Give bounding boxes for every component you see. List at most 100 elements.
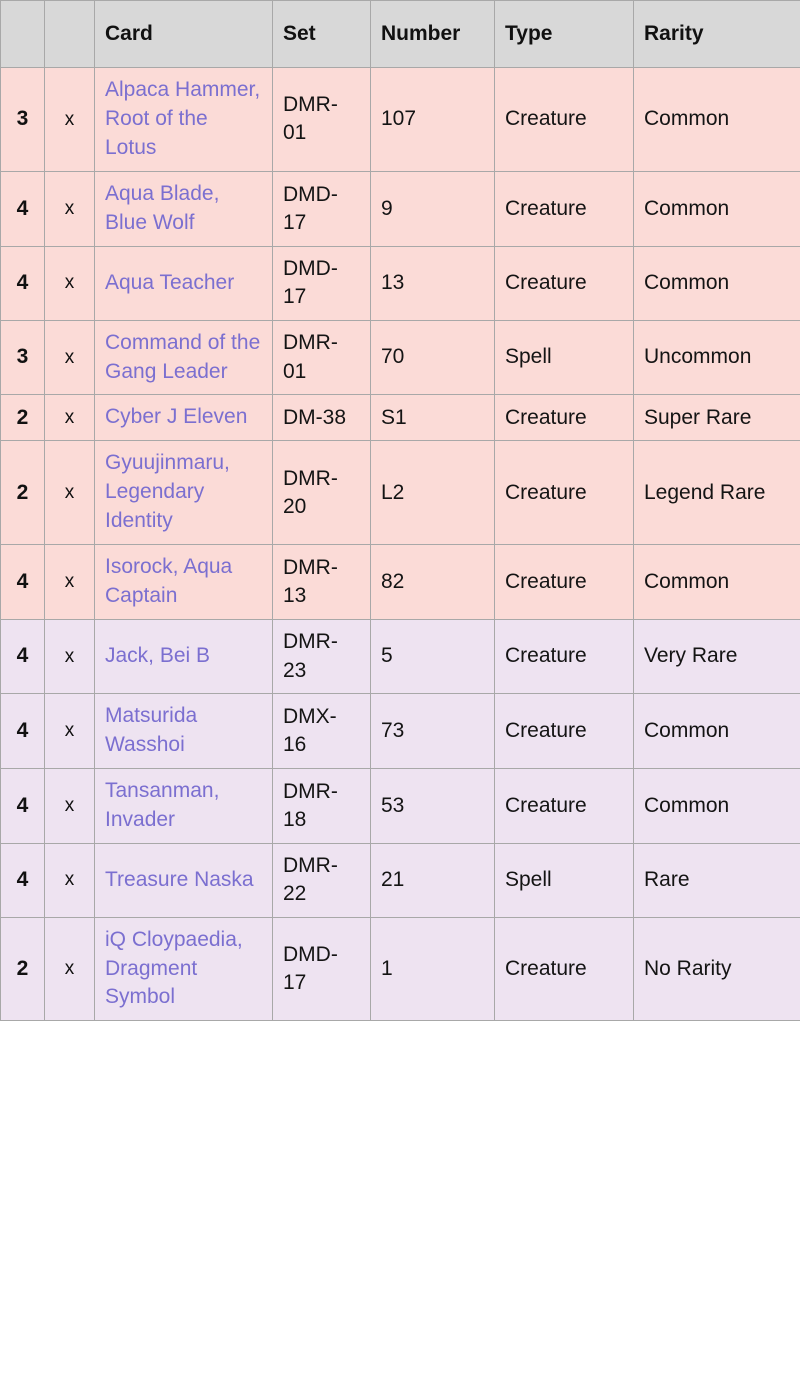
card-rarity: No Rarity <box>633 916 800 1022</box>
card-set: DMR-13 <box>272 544 371 621</box>
card-name-link[interactable]: Jack, Bei B <box>105 644 210 667</box>
card-type: Creature <box>494 394 634 442</box>
card-name-link[interactable]: Treasure Naska <box>105 868 254 891</box>
card-number: 9 <box>370 170 495 247</box>
table-body: 3 x Alpaca Hammer, Root of the Lotus DMR-01… <box>0 67 800 1022</box>
card-set: DMR-20 <box>272 440 371 546</box>
card-number: 73 <box>370 692 495 769</box>
card-type: Creature <box>494 440 634 546</box>
card-quantity: 3 <box>0 319 45 396</box>
card-name-cell: Command of the Gang Leader <box>94 319 273 396</box>
card-name-link[interactable]: Tansanman, Invader <box>105 779 219 831</box>
multiplier-symbol: x <box>44 619 95 694</box>
column-header-number: Number <box>370 0 495 68</box>
table-row: 4 x Aqua Teacher DMD-17 13 Creature Common <box>0 245 800 321</box>
card-number: L2 <box>370 440 495 546</box>
card-number: S1 <box>370 394 495 442</box>
card-quantity: 4 <box>0 767 45 844</box>
table-row: 2 x iQ Cloypaedia, Dragment Symbol DMD-17 1 C… <box>0 916 800 1022</box>
card-quantity: 2 <box>0 916 45 1022</box>
card-name-link[interactable]: Alpaca Hammer, Root of the Lotus <box>105 78 260 159</box>
card-type: Spell <box>494 319 634 396</box>
card-name-link[interactable]: Command of the Gang Leader <box>105 331 260 383</box>
card-rarity: Very Rare <box>633 619 800 694</box>
column-header-multiplier <box>44 0 95 68</box>
column-header-set: Set <box>272 0 371 68</box>
multiplier-symbol: x <box>44 692 95 769</box>
card-name-cell: Matsurida Wasshoi <box>94 692 273 769</box>
card-rarity: Super Rare <box>633 394 800 442</box>
card-name-cell: iQ Cloypaedia, Dragment Symbol <box>94 916 273 1022</box>
card-quantity: 4 <box>0 842 45 918</box>
card-type: Creature <box>494 170 634 247</box>
card-type: Creature <box>494 916 634 1022</box>
card-name-link[interactable]: Cyber J Eleven <box>105 405 247 428</box>
card-name-link[interactable]: Isorock, Aqua Captain <box>105 555 232 607</box>
card-type: Creature <box>494 245 634 321</box>
table-row: 4 x Matsurida Wasshoi DMX-16 73 Creature Commo… <box>0 692 800 769</box>
card-number: 82 <box>370 544 495 621</box>
table-header: Card Set Number Type Rarity <box>0 0 800 68</box>
card-set: DMD-17 <box>272 916 371 1022</box>
table-row: 4 x Tansanman, Invader DMR-18 53 Creature Comm… <box>0 767 800 844</box>
table-row: 4 x Treasure Naska DMR-22 21 Spell Rare <box>0 842 800 918</box>
card-set: DMR-01 <box>272 67 371 172</box>
card-set: DMR-22 <box>272 842 371 918</box>
card-type: Creature <box>494 767 634 844</box>
column-header-rarity: Rarity <box>633 0 800 68</box>
multiplier-symbol: x <box>44 245 95 321</box>
card-rarity: Common <box>633 67 800 172</box>
card-type: Creature <box>494 67 634 172</box>
card-name-cell: Cyber J Eleven <box>94 394 273 442</box>
multiplier-symbol: x <box>44 170 95 247</box>
multiplier-symbol: x <box>44 544 95 621</box>
column-header-type: Type <box>494 0 634 68</box>
card-quantity: 2 <box>0 394 45 442</box>
card-rarity: Common <box>633 544 800 621</box>
card-number: 53 <box>370 767 495 844</box>
multiplier-symbol: x <box>44 319 95 396</box>
column-header-count <box>0 0 45 68</box>
card-type: Spell <box>494 842 634 918</box>
card-name-cell: Alpaca Hammer, Root of the Lotus <box>94 67 273 172</box>
multiplier-symbol: x <box>44 767 95 844</box>
table-row: 4 x Jack, Bei B DMR-23 5 Creature Very Rare <box>0 619 800 694</box>
card-name-link[interactable]: Aqua Teacher <box>105 271 234 294</box>
card-quantity: 4 <box>0 245 45 321</box>
column-header-card: Card <box>94 0 273 68</box>
card-name-cell: Isorock, Aqua Captain <box>94 544 273 621</box>
card-number: 70 <box>370 319 495 396</box>
card-name-cell: Gyuujinmaru, Legendary Identity <box>94 440 273 546</box>
table-row: 3 x Command of the Gang Leader DMR-01 70 Spel… <box>0 319 800 396</box>
card-quantity: 4 <box>0 692 45 769</box>
card-name-link[interactable]: Gyuujinmaru, Legendary Identity <box>105 451 230 532</box>
table-row: 4 x Isorock, Aqua Captain DMR-13 82 Creature C… <box>0 544 800 621</box>
multiplier-symbol: x <box>44 440 95 546</box>
card-name-cell: Jack, Bei B <box>94 619 273 694</box>
card-quantity: 3 <box>0 67 45 172</box>
card-name-link[interactable]: iQ Cloypaedia, Dragment Symbol <box>105 928 243 1009</box>
table-header-row: Card Set Number Type Rarity <box>0 0 800 68</box>
multiplier-symbol: x <box>44 394 95 442</box>
card-set: DMR-23 <box>272 619 371 694</box>
card-set: DMD-17 <box>272 245 371 321</box>
card-name-cell: Aqua Blade, Blue Wolf <box>94 170 273 247</box>
table-row: 3 x Alpaca Hammer, Root of the Lotus DMR-01… <box>0 67 800 172</box>
card-rarity: Common <box>633 170 800 247</box>
card-number: 21 <box>370 842 495 918</box>
card-name-link[interactable]: Aqua Blade, Blue Wolf <box>105 182 219 234</box>
card-name-cell: Tansanman, Invader <box>94 767 273 844</box>
multiplier-symbol: x <box>44 842 95 918</box>
table-row: 2 x Gyuujinmaru, Legendary Identity DMR-20 L… <box>0 440 800 546</box>
card-rarity: Rare <box>633 842 800 918</box>
card-name-link[interactable]: Matsurida Wasshoi <box>105 704 197 756</box>
card-set: DMD-17 <box>272 170 371 247</box>
card-type: Creature <box>494 544 634 621</box>
card-name-cell: Aqua Teacher <box>94 245 273 321</box>
card-number: 13 <box>370 245 495 321</box>
card-number: 1 <box>370 916 495 1022</box>
card-set: DMR-18 <box>272 767 371 844</box>
deck-card-table: Card Set Number Type Rarity 3 x Alpaca Ham… <box>0 0 800 1022</box>
card-quantity: 4 <box>0 544 45 621</box>
multiplier-symbol: x <box>44 67 95 172</box>
